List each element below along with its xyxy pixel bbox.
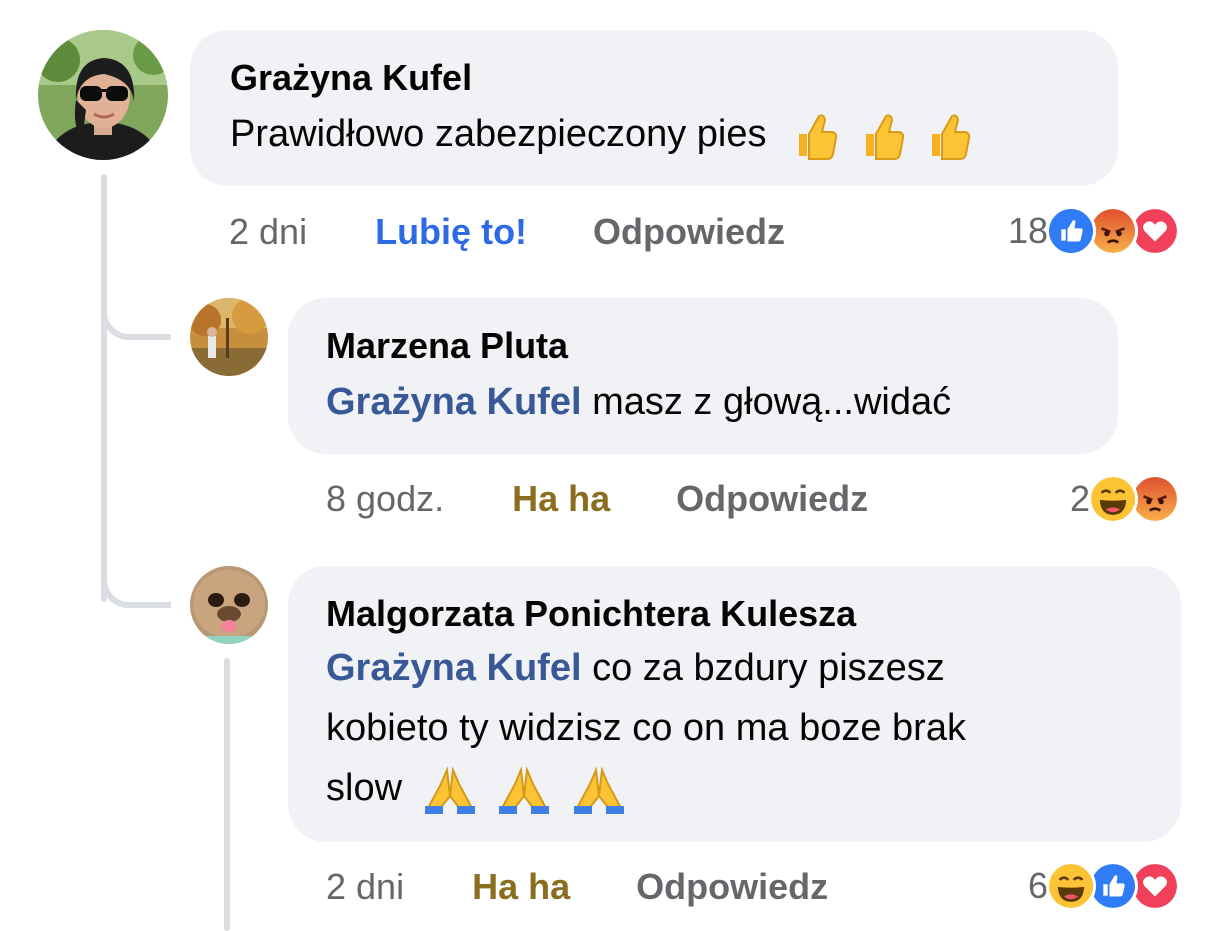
- thread-line-main: [101, 174, 107, 602]
- avatar-photo-dog: [190, 566, 268, 644]
- comment-text: Grażyna Kufel masz z głową...widać: [326, 372, 1080, 432]
- like-reaction-icon: [1046, 206, 1096, 256]
- avatar[interactable]: [190, 298, 268, 376]
- folded-hands-icon: [572, 766, 626, 814]
- comment-text-body: co za bzdury piszesz: [581, 647, 945, 689]
- haha-reaction-icon: [1088, 474, 1138, 524]
- thread-line-reply-3: [224, 658, 230, 931]
- avatar-photo-woman-sunglasses: [38, 30, 168, 160]
- avatar-photo-autumn-park: [190, 298, 268, 376]
- comment-bubble[interactable]: Grażyna Kufel Prawidłowo zabezpieczony p…: [190, 30, 1118, 186]
- comment-timestamp[interactable]: 2 dni: [229, 211, 307, 253]
- comment-text-body: slow: [326, 767, 403, 809]
- reactions-summary[interactable]: 18: [1008, 206, 1180, 256]
- avatar[interactable]: [38, 30, 168, 160]
- mention-link[interactable]: Grażyna Kufel: [326, 381, 582, 423]
- folded-hands-icon: [423, 766, 477, 814]
- reaction-count: 18: [1007, 210, 1048, 251]
- reactions-summary[interactable]: 2: [1070, 474, 1180, 524]
- comment-bubble[interactable]: Marzena Pluta Grażyna Kufel masz z głową…: [288, 298, 1118, 454]
- comment-bubble[interactable]: Malgorzata Ponichtera Kulesza Grażyna Ku…: [288, 566, 1181, 842]
- haha-button[interactable]: Ha ha: [472, 866, 570, 908]
- comment-text-body: masz z głową...widać: [581, 381, 952, 423]
- reply-button[interactable]: Odpowiedz: [636, 866, 828, 908]
- reaction-count: 2: [1069, 478, 1090, 519]
- comment-timestamp[interactable]: 8 godz.: [326, 478, 444, 520]
- reaction-count: 6: [1027, 865, 1048, 906]
- comment-text-line: kobieto ty widzisz co on ma boze brak: [326, 707, 966, 749]
- thumbs-up-icon: [926, 112, 972, 160]
- reactions-summary[interactable]: 6: [1028, 861, 1180, 911]
- haha-reaction-icon: [1046, 861, 1096, 911]
- comment-text-line: Grażyna Kufel co za bzdury piszesz: [326, 638, 1143, 698]
- comment-author[interactable]: Grażyna Kufel: [230, 58, 1078, 98]
- avatar[interactable]: [190, 566, 268, 644]
- reply-button[interactable]: Odpowiedz: [593, 211, 785, 253]
- thumbs-up-icon: [860, 112, 906, 160]
- comment-text: Grażyna Kufel co za bzdury piszesz kobie…: [326, 638, 1143, 818]
- mention-link[interactable]: Grażyna Kufel: [326, 647, 582, 689]
- comment-actions: 2 dni Ha ha Odpowiedz: [326, 862, 828, 912]
- like-button[interactable]: Lubię to!: [375, 211, 527, 253]
- folded-hands-icon: [497, 766, 551, 814]
- comment-actions: 2 dni Lubię to! Odpowiedz: [229, 207, 785, 257]
- comment-author[interactable]: Marzena Pluta: [326, 326, 1080, 366]
- comment-text: Prawidłowo zabezpieczony pies: [230, 104, 1078, 164]
- comment-timestamp[interactable]: 2 dni: [326, 866, 404, 908]
- thread-branch-1: [101, 300, 171, 340]
- comment-text-line: slow: [326, 758, 1143, 818]
- haha-button[interactable]: Ha ha: [512, 478, 610, 520]
- thumbs-up-icon: [793, 112, 839, 160]
- comment-text-body: Prawidłowo zabezpieczony pies: [230, 113, 767, 155]
- thread-branch-2: [101, 566, 171, 608]
- comment-actions: 8 godz. Ha ha Odpowiedz: [326, 474, 868, 524]
- reply-button[interactable]: Odpowiedz: [676, 478, 868, 520]
- comment-author[interactable]: Malgorzata Ponichtera Kulesza: [326, 594, 1143, 634]
